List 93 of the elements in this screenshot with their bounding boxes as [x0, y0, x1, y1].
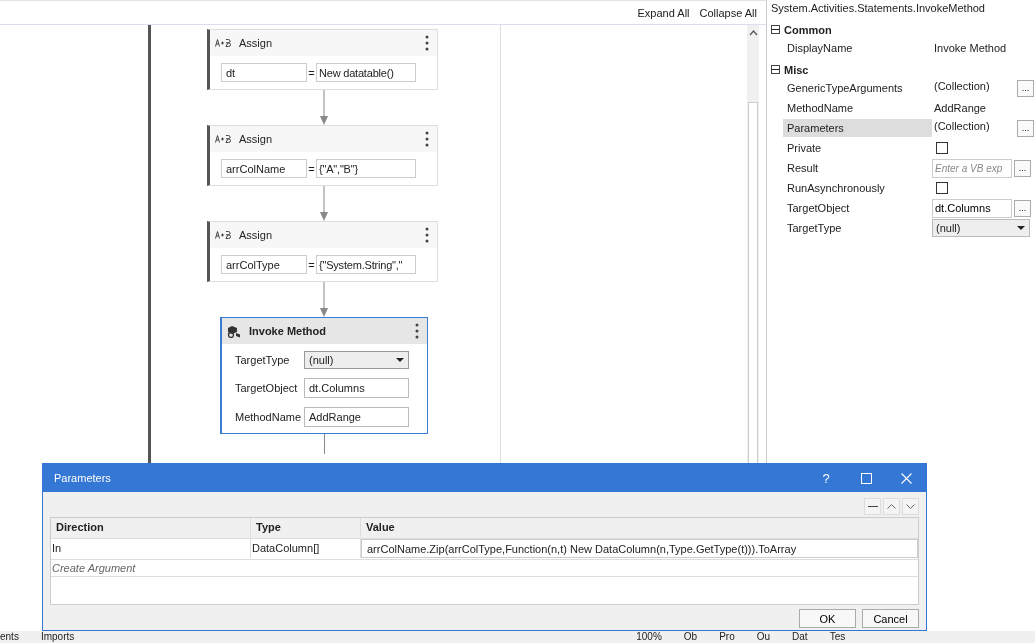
- activity-title: Assign: [239, 37, 274, 49]
- column-header[interactable]: Type: [251, 518, 361, 537]
- activity-card[interactable]: Invoke Method TargetType (null) TargetObject dt.Columns MethodName AddRange: [220, 317, 428, 434]
- status-item[interactable]: Ob: [683, 631, 698, 643]
- create-argument-link[interactable]: Create Argument: [51, 562, 136, 574]
- toolbar-link[interactable]: Collapse All: [699, 6, 757, 19]
- field-label: TargetObject: [235, 382, 299, 394]
- connector-arrow: [319, 282, 329, 317]
- property-name[interactable]: Private: [783, 139, 932, 157]
- more-options-icon: [425, 35, 429, 51]
- connector-arrow: [319, 186, 329, 221]
- status-item[interactable]: Pro: [719, 631, 735, 643]
- more-options-icon: [425, 227, 429, 243]
- property-name[interactable]: Parameters: [783, 119, 932, 137]
- status-item[interactable]: ents: [0, 631, 19, 643]
- ellipsis-button[interactable]: ...: [1014, 159, 1031, 177]
- text-field[interactable]: dt.Columns: [304, 378, 409, 398]
- category-title: Common: [784, 23, 832, 36]
- ellipsis-button[interactable]: ...: [1017, 79, 1034, 97]
- equals-sign: =: [307, 66, 316, 79]
- status-item[interactable]: Imports: [40, 631, 75, 643]
- field-label: TargetType: [235, 354, 291, 366]
- activity-card[interactable]: Assign dt = New datatable(): [207, 29, 438, 90]
- activity-card[interactable]: Assign arrColName = {"A","B"}: [207, 125, 438, 186]
- category-title: Misc: [784, 63, 809, 76]
- value-field[interactable]: arrColName.Zip(arrColType,Function(n,t) New DataColumn(n,Type.GetType(t))).ToArray: [361, 539, 918, 558]
- minus-icon: [867, 506, 878, 507]
- dropdown[interactable]: (null): [932, 219, 1030, 237]
- caret-icon: [1017, 226, 1025, 230]
- ellipsis-button[interactable]: ...: [1017, 119, 1034, 137]
- minus-icon: [772, 66, 779, 73]
- text-field[interactable]: AddRange: [304, 407, 409, 427]
- cubes-icon: [227, 324, 241, 338]
- dropdown[interactable]: (null): [304, 351, 409, 369]
- equals-sign: =: [307, 258, 316, 271]
- down-chevron-icon: [906, 504, 915, 509]
- value-field[interactable]: New datatable(): [316, 63, 416, 82]
- equals-sign: =: [307, 162, 316, 175]
- status-item[interactable]: Dat: [792, 631, 808, 643]
- property-value: AddRange: [933, 102, 987, 114]
- minus-icon: [772, 26, 779, 33]
- status-item[interactable]: 100%: [636, 631, 662, 643]
- move-down-button[interactable]: [902, 498, 919, 515]
- dialog-button[interactable]: Cancel: [862, 609, 919, 628]
- caret-icon: [396, 358, 404, 362]
- to-field[interactable]: dt: [221, 63, 307, 82]
- column-header[interactable]: Direction: [51, 518, 251, 537]
- to-field[interactable]: arrColType: [221, 255, 307, 274]
- connector-arrow: [319, 90, 329, 125]
- field-label: MethodName: [235, 411, 303, 423]
- property-name[interactable]: Result: [783, 159, 932, 177]
- activity-title: Invoke Method: [249, 325, 327, 337]
- table-cell[interactable]: In: [51, 539, 251, 558]
- property-name[interactable]: RunAsynchronously: [783, 179, 932, 197]
- table-cell[interactable]: DataColumn[]: [251, 539, 361, 558]
- property-name[interactable]: MethodName: [783, 99, 932, 117]
- up-chevron-icon: [887, 504, 896, 509]
- dialog-title: Parameters: [54, 472, 112, 484]
- close-icon: [900, 472, 912, 484]
- activity-title: Assign: [239, 229, 274, 241]
- dialog-button[interactable]: OK: [799, 609, 856, 628]
- checkbox[interactable]: [936, 142, 948, 154]
- value-field[interactable]: {"System.String",": [316, 255, 416, 274]
- more-options-icon: [415, 323, 419, 339]
- to-field[interactable]: arrColName: [221, 159, 307, 178]
- status-item[interactable]: Ou: [756, 631, 771, 643]
- activity-card[interactable]: Assign arrColType = {"System.String",": [207, 221, 438, 282]
- property-name[interactable]: GenericTypeArguments: [783, 79, 932, 97]
- collapse-toggle[interactable]: [771, 25, 780, 34]
- panel-title: System.Activities.Statements.InvokeMethod: [771, 1, 986, 16]
- property-name[interactable]: TargetType: [783, 219, 932, 237]
- collapse-toggle[interactable]: [771, 65, 780, 74]
- more-options-icon: [425, 131, 429, 147]
- checkbox[interactable]: [936, 182, 948, 194]
- column-header[interactable]: Value: [361, 518, 918, 537]
- help-button[interactable]: ?: [806, 464, 846, 492]
- assign-icon: [215, 135, 231, 143]
- expression-field[interactable]: dt.Columns: [932, 198, 1012, 218]
- property-value: (Collection): [933, 80, 991, 92]
- property-value: (Collection): [933, 120, 991, 132]
- assign-icon: [215, 231, 231, 239]
- property-value: Invoke Method: [933, 42, 1008, 54]
- status-item[interactable]: Tes: [829, 631, 846, 643]
- maximize-icon: [860, 472, 872, 484]
- toolbar-link[interactable]: Expand All: [637, 6, 690, 19]
- assign-icon: [215, 39, 231, 47]
- expression-field[interactable]: Enter a VB exp: [932, 158, 1012, 178]
- value-field[interactable]: {"A","B"}: [316, 159, 416, 178]
- activity-title: Assign: [239, 133, 274, 145]
- property-name[interactable]: TargetObject: [783, 199, 932, 217]
- remove-button[interactable]: [864, 498, 881, 515]
- ellipsis-button[interactable]: ...: [1014, 199, 1031, 217]
- property-name[interactable]: DisplayName: [783, 39, 932, 57]
